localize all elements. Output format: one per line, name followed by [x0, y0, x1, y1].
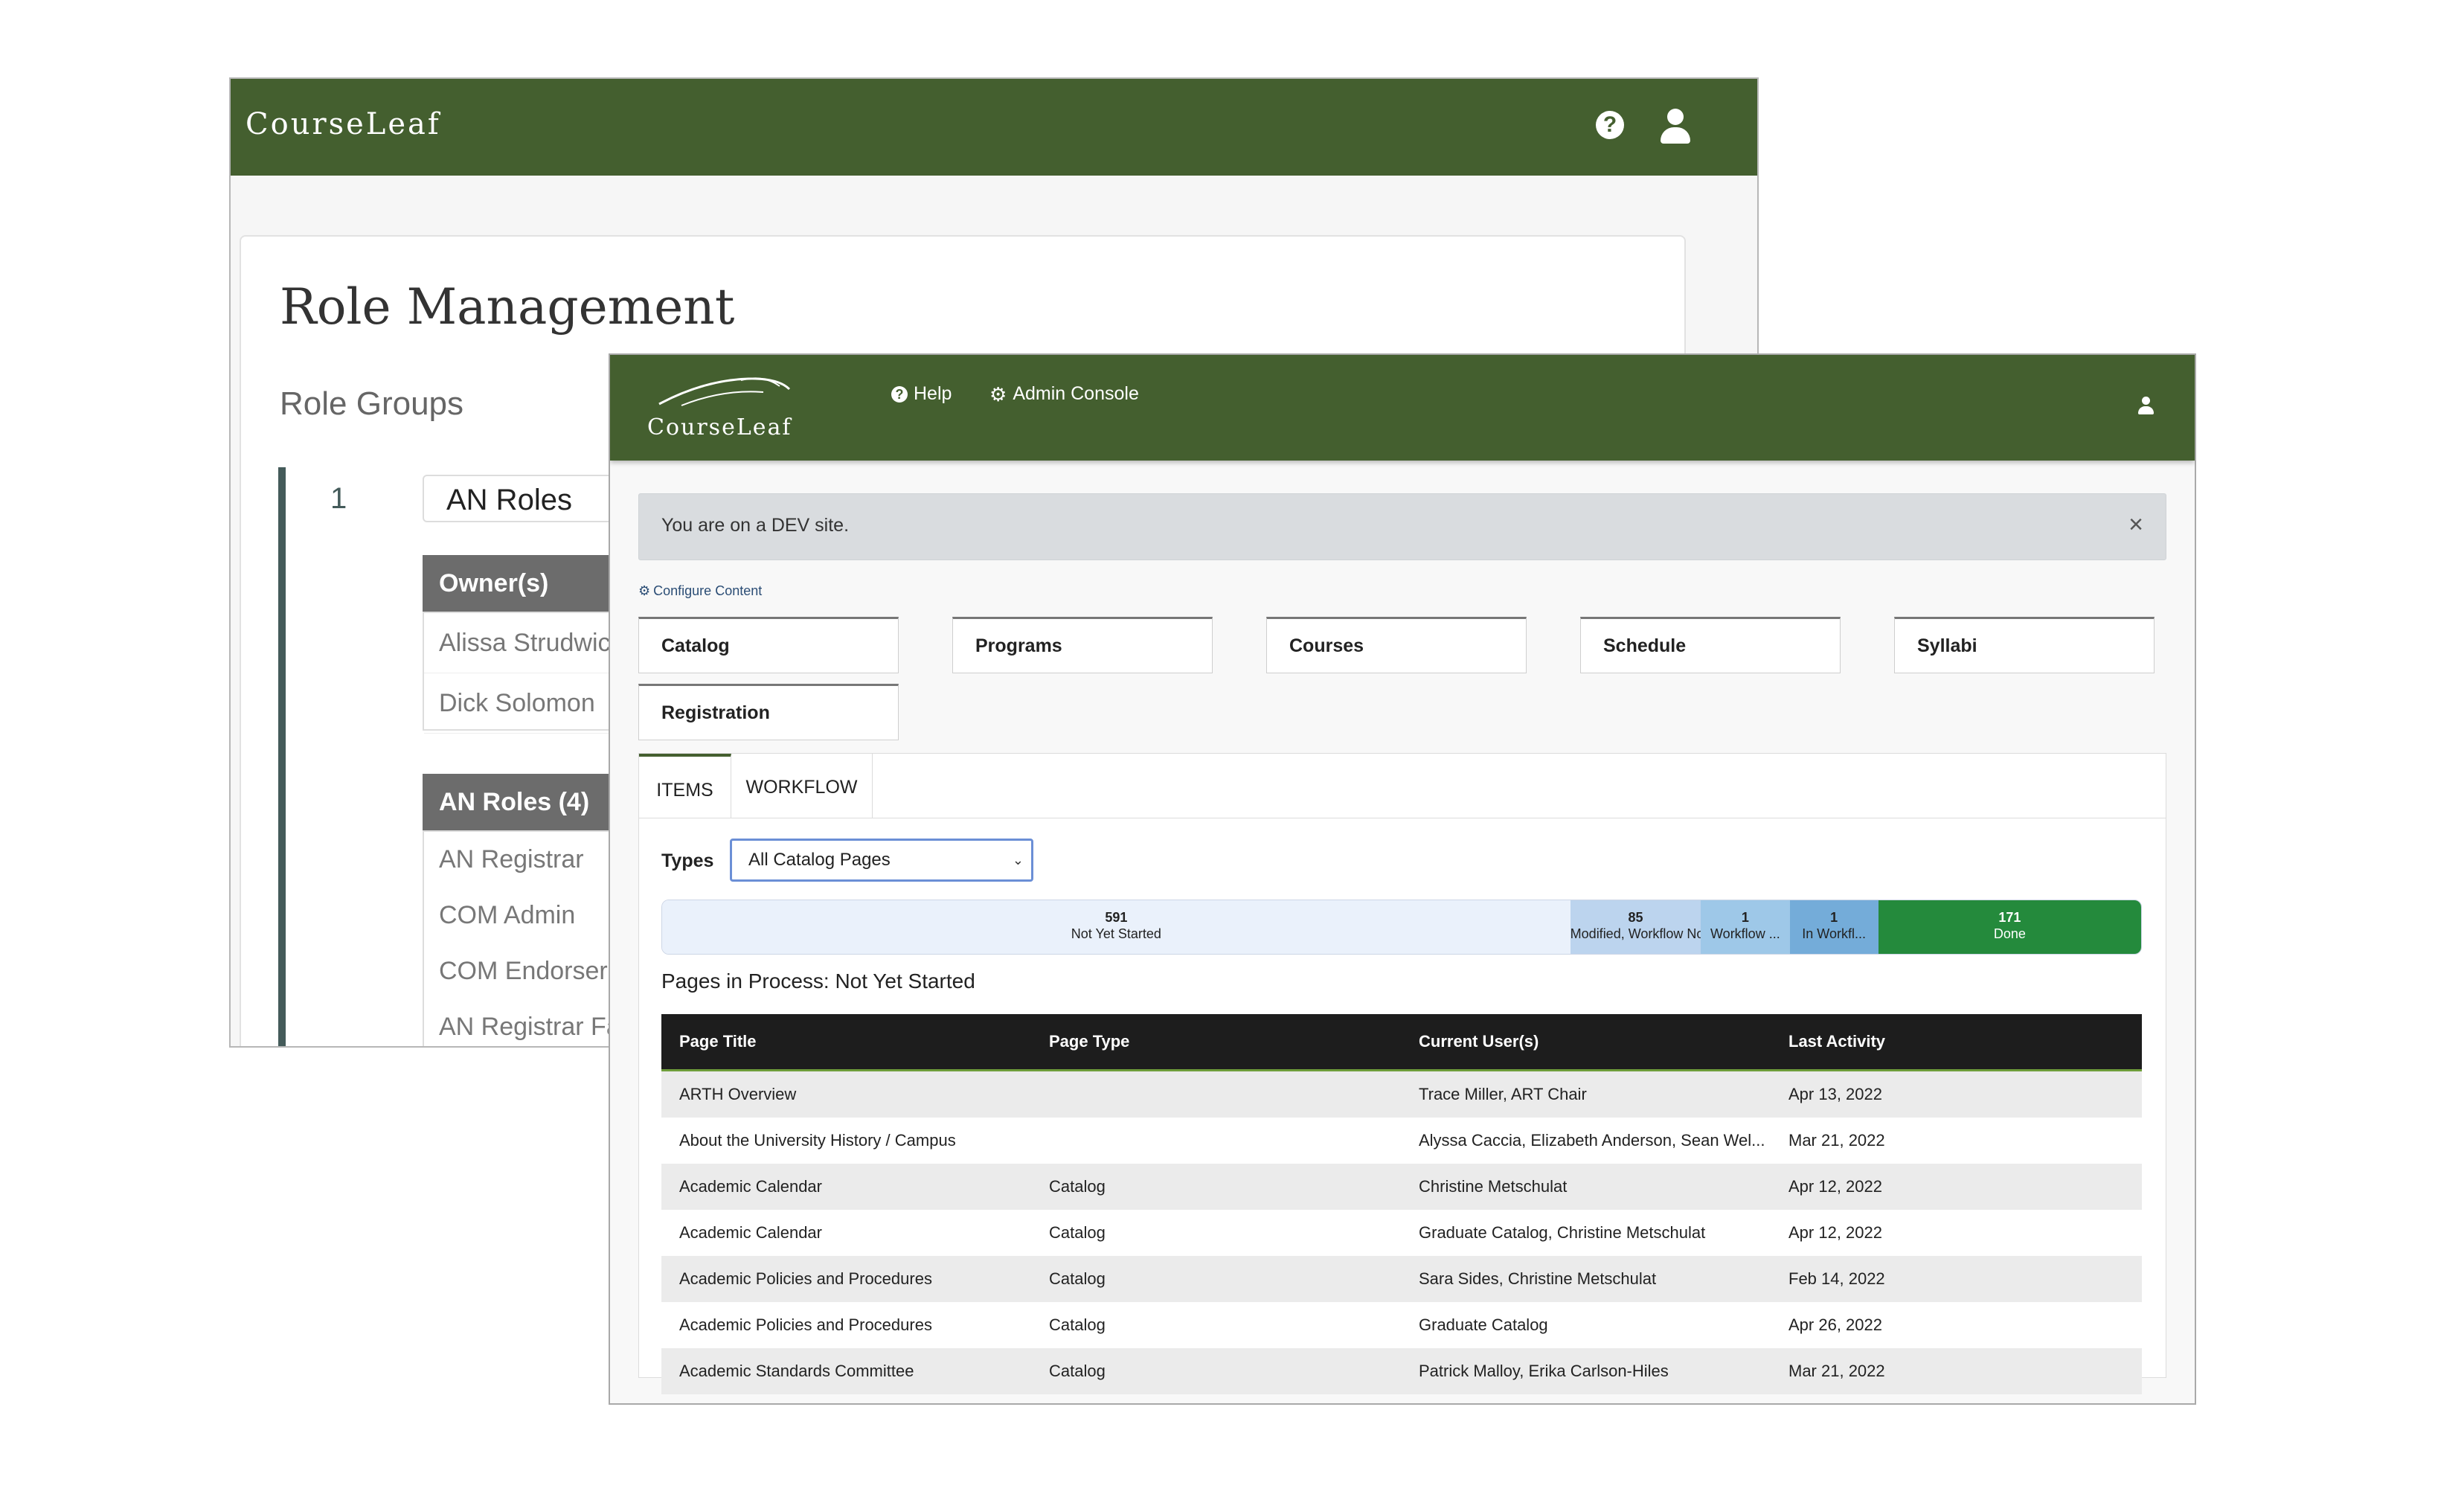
progress-segment[interactable]: 591 Not Yet Started [662, 900, 1571, 954]
cell-current-users: Patrick Malloy, Erika Carlson-Hiles [1419, 1362, 1669, 1380]
question-circle-icon: ? [891, 385, 908, 403]
progress-segment-label: Done [1993, 926, 2026, 941]
progress-segment-count: 591 [1105, 910, 1128, 925]
progress-segment-label: Workflow ... [1710, 926, 1780, 941]
progress-segment-count: 1 [1830, 910, 1838, 925]
courseleaf-logo[interactable]: CourseLeaf [647, 373, 796, 447]
progress-segment[interactable]: 1 In Workfl... [1789, 900, 1879, 954]
table-row[interactable]: About the University History / Campus Al… [661, 1118, 2142, 1164]
page-title: Role Management [280, 278, 735, 336]
progress-segment-label: Not Yet Started [1071, 926, 1161, 941]
cell-page-title: ARTH Overview [679, 1085, 797, 1103]
user-icon[interactable] [2137, 397, 2155, 416]
cell-page-type: Catalog [1049, 1315, 1106, 1334]
gear-icon: ⚙ [638, 583, 651, 598]
group-number: 1 [330, 482, 347, 515]
chevron-down-icon: ⌄ [1012, 853, 1024, 868]
configure-content-label: Configure Content [653, 583, 763, 598]
front-header-bar: CourseLeaf ? Help ⚙ Admin Console [610, 355, 2195, 461]
tile-courses[interactable]: Courses [1266, 617, 1527, 673]
table-row[interactable]: Academic Policies and Procedures Catalog… [661, 1256, 2142, 1302]
cell-current-users: Trace Miller, ART Chair [1419, 1085, 1587, 1103]
pages-in-process-title: Pages in Process: Not Yet Started [661, 969, 975, 993]
table-row[interactable]: Academic Standards Committee Catalog Pat… [661, 1348, 2142, 1394]
cell-page-title: Academic Standards Committee [679, 1362, 914, 1380]
nav-admin-console-link[interactable]: ⚙ Admin Console [989, 383, 1139, 405]
types-select[interactable]: All Catalog Pages ⌄ [730, 839, 1033, 882]
cell-page-type [1031, 1118, 1401, 1164]
progress-segment[interactable]: 171 Done [1878, 900, 2141, 954]
status-progress-bar: 591 Not Yet Started 85 Modified, Workflow N… [661, 900, 2142, 955]
pages-table: Page Title Page Type Current User(s) Las… [661, 1014, 2142, 1394]
tile-schedule[interactable]: Schedule [1580, 617, 1841, 673]
nav-help-link[interactable]: ? Help [891, 383, 952, 405]
cell-page-title: Academic Policies and Procedures [679, 1315, 932, 1334]
progress-segment-label: In Workfl... [1802, 926, 1866, 941]
close-icon[interactable]: × [2128, 510, 2143, 539]
cell-page-type: Catalog [1049, 1177, 1106, 1196]
group-accent-bar [278, 467, 286, 1046]
courseleaf-dashboard-window: CourseLeaf ? Help ⚙ Admin Console You ar… [609, 353, 2196, 1405]
logo-text: CourseLeaf [647, 414, 792, 440]
cell-current-users: Christine Metschulat [1419, 1177, 1568, 1196]
dev-site-banner: You are on a DEV site. × [638, 493, 2166, 560]
cell-last-activity: Feb 14, 2022 [1788, 1269, 1885, 1288]
column-header-page-type[interactable]: Page Type [1031, 1014, 1401, 1069]
table-row[interactable]: Academic Calendar Catalog Graduate Catal… [661, 1210, 2142, 1256]
progress-segment[interactable]: 1 Workflow ... [1701, 900, 1790, 954]
column-header-page-title[interactable]: Page Title [661, 1014, 1031, 1069]
gear-icon: ⚙ [989, 382, 1007, 405]
types-selected-value: All Catalog Pages [748, 850, 891, 870]
cell-last-activity: Mar 21, 2022 [1788, 1131, 1885, 1150]
cell-last-activity: Apr 12, 2022 [1788, 1177, 1882, 1196]
cell-page-type [1031, 1071, 1401, 1118]
tab-items[interactable]: ITEMS [639, 754, 731, 818]
types-label: Types [661, 850, 714, 871]
tile-catalog[interactable]: Catalog [638, 617, 899, 673]
tile-registration[interactable]: Registration [638, 684, 899, 740]
cell-page-title: About the University History / Campus [679, 1131, 956, 1150]
progress-segment[interactable]: 85Modified, Workflow Not St... [1570, 900, 1701, 954]
back-header-bar: CourseLeaf ? [231, 79, 1757, 176]
table-row[interactable]: Academic Policies and Procedures Catalog… [661, 1302, 2142, 1348]
nav-admin-console-label: Admin Console [1013, 383, 1139, 404]
cell-current-users: Graduate Catalog [1419, 1315, 1548, 1334]
progress-segment-count: 85 [1628, 910, 1643, 925]
cell-current-users: Graduate Catalog, Christine Metschulat [1419, 1223, 1706, 1242]
cell-page-title: Academic Calendar [679, 1223, 822, 1242]
user-icon[interactable] [1659, 109, 1692, 144]
section-title: Role Groups [280, 385, 464, 422]
cell-last-activity: Apr 12, 2022 [1788, 1223, 1882, 1242]
cell-last-activity: Apr 26, 2022 [1788, 1315, 1882, 1334]
column-header-current-users[interactable]: Current User(s) [1401, 1014, 1771, 1069]
cell-page-title: Academic Policies and Procedures [679, 1269, 932, 1288]
cell-current-users: Alyssa Caccia, Elizabeth Anderson, Sean … [1419, 1131, 1765, 1150]
configure-content-link[interactable]: ⚙ Configure Content [638, 583, 762, 599]
progress-segment-count: 171 [1998, 910, 2021, 925]
cell-page-type: Catalog [1049, 1269, 1106, 1288]
table-row[interactable]: Academic Calendar Catalog Christine Mets… [661, 1164, 2142, 1210]
tile-syllabi[interactable]: Syllabi [1894, 617, 2155, 673]
question-circle-icon[interactable]: ? [1596, 111, 1624, 139]
tab-workflow[interactable]: WORKFLOW [731, 754, 873, 818]
tile-programs[interactable]: Programs [952, 617, 1213, 673]
cell-page-type: Catalog [1049, 1223, 1106, 1242]
nav-help-label: Help [914, 383, 952, 404]
cell-current-users: Sara Sides, Christine Metschulat [1419, 1269, 1657, 1288]
cell-last-activity: Mar 21, 2022 [1788, 1362, 1885, 1380]
table-header: Page Title Page Type Current User(s) Las… [661, 1014, 2142, 1071]
cell-last-activity: Apr 13, 2022 [1788, 1085, 1882, 1103]
cell-page-type: Catalog [1049, 1362, 1106, 1380]
logo-swoosh-icon [658, 377, 791, 406]
items-panel: ITEMS WORKFLOW Types All Catalog Pages ⌄… [638, 753, 2166, 1394]
cell-page-title: Academic Calendar [679, 1177, 822, 1196]
dev-banner-text: You are on a DEV site. [661, 515, 850, 536]
progress-segment-label: Modified, Workflow Not St... [1570, 926, 1701, 941]
column-header-last-activity[interactable]: Last Activity [1771, 1014, 2142, 1069]
courseleaf-logo[interactable]: CourseLeaf [246, 107, 441, 141]
progress-segment-count: 1 [1741, 910, 1749, 925]
table-row[interactable]: ARTH Overview Trace Miller, ART Chair Ap… [661, 1071, 2142, 1118]
